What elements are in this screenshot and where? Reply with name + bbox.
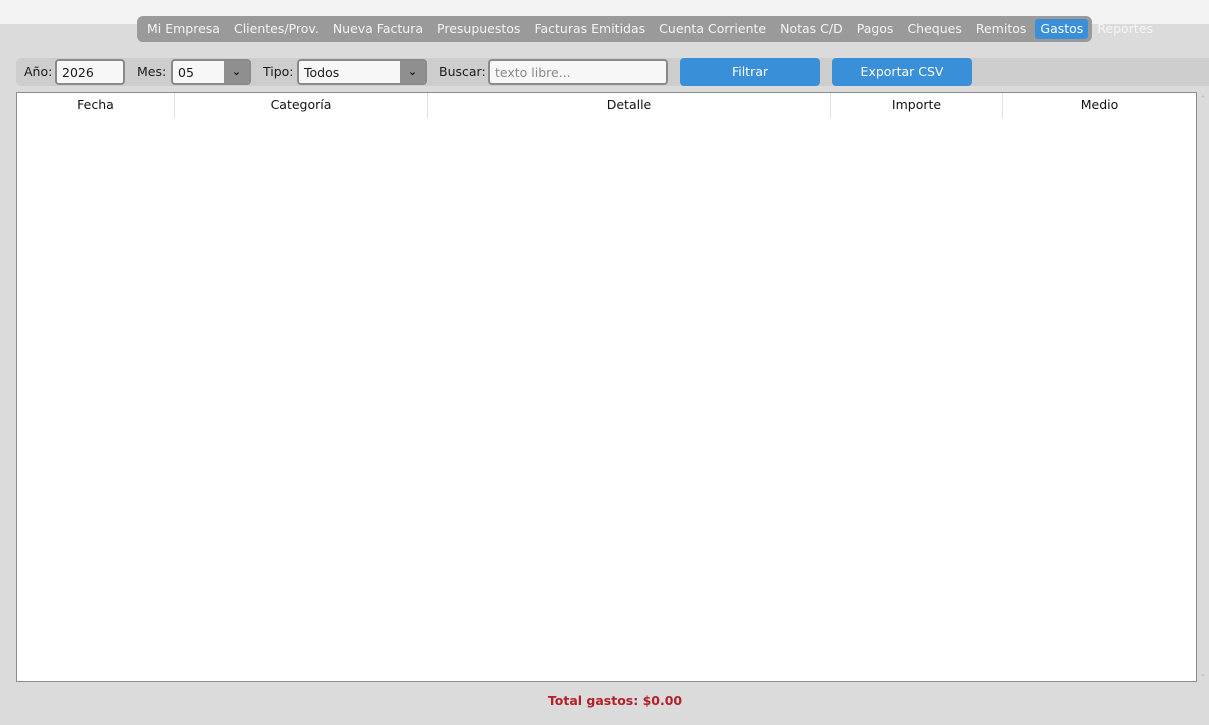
- tab-nueva-factura[interactable]: Nueva Factura: [328, 19, 428, 39]
- tab-reportes[interactable]: Reportes: [1092, 19, 1158, 39]
- total-expenses: Total gastos: $0.00: [547, 693, 683, 708]
- expenses-table: Fecha Categoría Detalle Importe Medio: [16, 92, 1197, 682]
- tab-notas-cd[interactable]: Notas C/D: [775, 19, 848, 39]
- scroll-up-arrow-icon[interactable]: ⌃: [1197, 94, 1209, 106]
- type-select[interactable]: Todos ⌄: [297, 59, 427, 85]
- table-header: Fecha Categoría Detalle Importe Medio: [17, 93, 1196, 118]
- column-header-importe[interactable]: Importe: [831, 93, 1003, 118]
- tab-cheques[interactable]: Cheques: [902, 19, 966, 39]
- month-label: Mes:: [137, 64, 167, 79]
- tab-gastos[interactable]: Gastos: [1035, 19, 1089, 39]
- month-select[interactable]: 05 ⌄: [171, 59, 251, 85]
- tab-pagos[interactable]: Pagos: [852, 19, 899, 39]
- type-label: Tipo:: [263, 64, 294, 79]
- month-select-value: 05: [178, 65, 194, 80]
- column-header-detalle[interactable]: Detalle: [428, 93, 831, 118]
- tab-mi-empresa[interactable]: Mi Empresa: [142, 19, 225, 39]
- tab-facturas-emitidas[interactable]: Facturas Emitidas: [529, 19, 650, 39]
- type-select-value: Todos: [304, 65, 340, 80]
- year-label: Año:: [24, 64, 53, 79]
- filter-button[interactable]: Filtrar: [680, 58, 820, 86]
- column-header-medio[interactable]: Medio: [1003, 93, 1196, 118]
- scroll-down-arrow-icon[interactable]: ⌄: [1197, 668, 1209, 680]
- search-input[interactable]: [488, 59, 668, 85]
- tab-clientes-prov[interactable]: Clientes/Prov.: [229, 19, 324, 39]
- main-tab-bar: Mi Empresa Clientes/Prov. Nueva Factura …: [137, 16, 1153, 42]
- tab-remitos[interactable]: Remitos: [971, 19, 1032, 39]
- tab-cuenta-corriente[interactable]: Cuenta Corriente: [654, 19, 771, 39]
- export-csv-button[interactable]: Exportar CSV: [832, 58, 972, 86]
- column-header-fecha[interactable]: Fecha: [17, 93, 175, 118]
- chevron-down-icon[interactable]: ⌄: [400, 61, 425, 83]
- search-label: Buscar:: [439, 64, 486, 79]
- tab-presupuestos[interactable]: Presupuestos: [432, 19, 525, 39]
- year-input[interactable]: [55, 59, 125, 85]
- chevron-down-icon[interactable]: ⌄: [224, 61, 249, 83]
- table-scrollbar[interactable]: ⌃ ⌄: [1197, 92, 1209, 682]
- column-header-categoria[interactable]: Categoría: [175, 93, 428, 118]
